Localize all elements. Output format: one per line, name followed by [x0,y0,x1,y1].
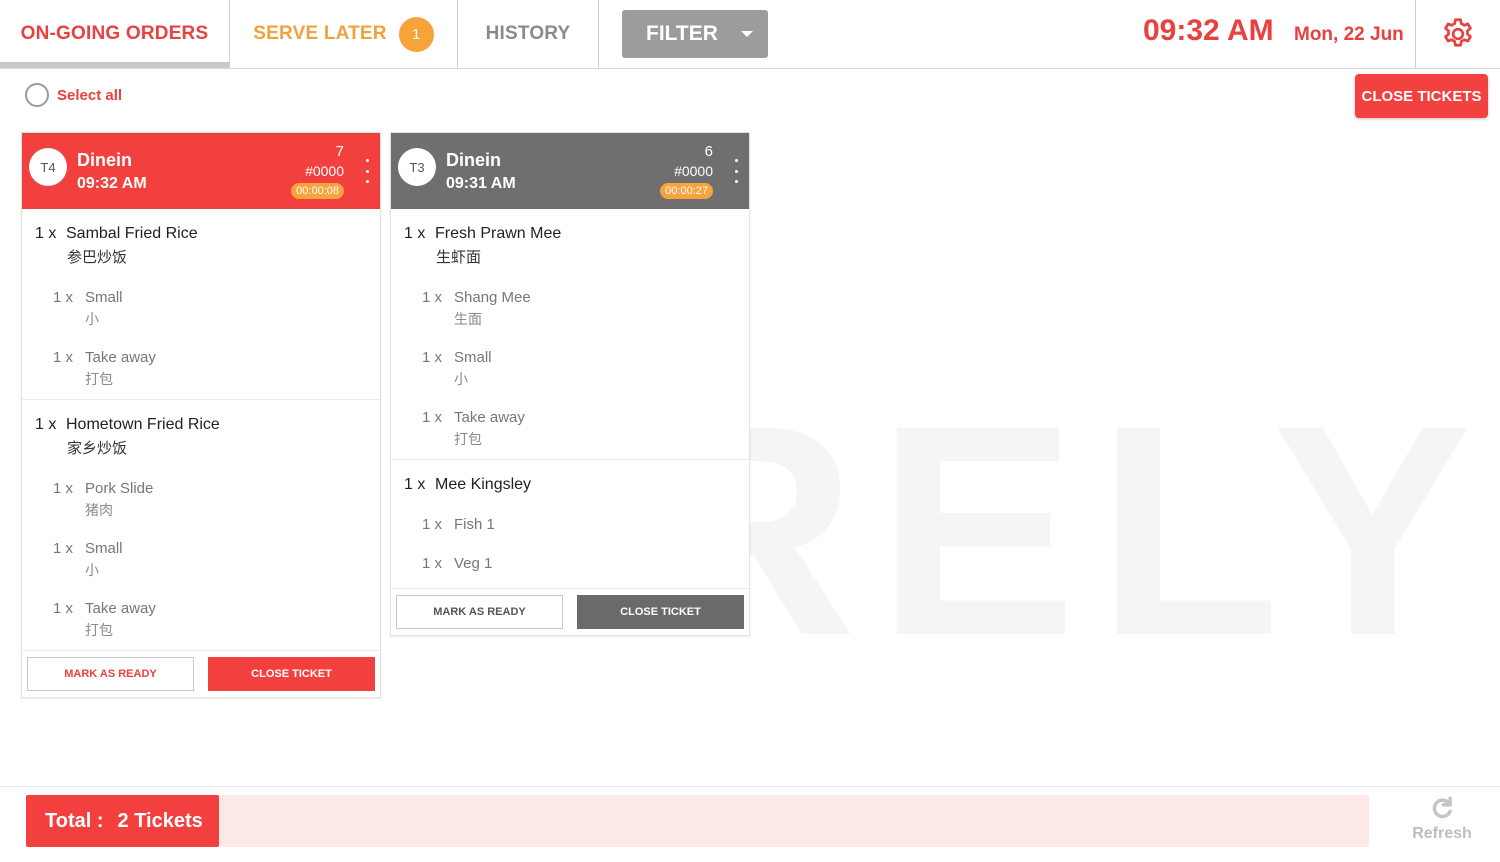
item-count: 6 [704,143,713,160]
total-label: Total : [45,809,104,832]
filter-dropdown[interactable]: FILTER [622,10,768,58]
filter-label: FILTER [646,22,718,45]
ticket-header: T4 Dinein 09:32 AM 7 #0000 00:00:08 [22,133,380,209]
modifier-name-cn: 小 [85,562,99,578]
modifier-qty: 1 x [422,289,443,306]
current-time: 09:32 AM [1143,14,1274,47]
item-qty: 1 x [404,225,426,242]
modifier-name: Take away [85,349,156,366]
gear-icon [1444,18,1472,47]
order-type: Dinein [446,150,502,170]
tab-serve-later-label: SERVE LATER [253,23,387,44]
tab-history[interactable]: HISTORY [458,0,598,68]
footer-bar: Total : 2 Tickets Refresh [0,786,1500,862]
select-all-radio[interactable] [25,83,49,107]
total-progress-bar [26,795,1369,847]
modifier-qty: 1 x [53,480,74,497]
item-name-cn: 参巴炒饭 [67,249,128,266]
modifier-name: Small [85,289,123,306]
order-line: 1 x Mee Kingsley 1 x Fish 1 1 x Veg 1 [391,460,749,589]
more-vertical-icon[interactable] [364,159,370,183]
modifier-name-cn: 生面 [454,311,482,327]
more-vertical-icon[interactable] [733,159,739,183]
current-date: Mon, 22 Jun [1294,24,1404,45]
modifier-name: Small [454,349,492,366]
elapsed-timer: 00:00:27 [660,183,713,199]
item-name: Sambal Fried Rice [66,225,198,242]
close-tickets-button[interactable]: CLOSE TICKETS [1355,74,1488,118]
select-all-label: Select all [57,86,123,104]
mark-as-ready-button[interactable]: MARK AS READY [396,595,563,629]
elapsed-timer: 00:00:08 [291,183,344,199]
settings-button[interactable] [1416,0,1500,68]
tab-divider [598,0,599,68]
order-ticket[interactable]: T3 Dinein 09:31 AM 6 #0000 00:00:27 1 x F… [390,132,750,636]
ticket-actions: MARK AS READY CLOSE TICKET [22,651,380,697]
modifier-name-cn: 打包 [85,371,113,387]
order-time: 09:32 AM [77,175,147,192]
order-type: Dinein [77,150,133,170]
refresh-icon [1432,796,1452,819]
modifier-name-cn: 打包 [85,622,113,638]
select-all-toggle[interactable]: Select all [25,83,122,107]
caret-down-icon [741,31,753,37]
ticket-actions: MARK AS READY CLOSE TICKET [391,589,749,635]
modifier-name-cn: 小 [454,371,468,387]
order-number: #0000 [305,163,344,179]
active-tab-indicator [0,62,229,68]
item-name: Fresh Prawn Mee [435,225,562,242]
modifier-qty: 1 x [53,600,74,617]
mark-as-ready-button[interactable]: MARK AS READY [27,657,194,691]
refresh-button[interactable]: Refresh [1404,795,1480,847]
table-number: T4 [29,148,67,186]
order-line: 1 x Fresh Prawn Mee 生虾面 1 x Shang Mee 生面 1… [391,209,749,460]
modifier-qty: 1 x [53,289,74,306]
modifier-name: Veg 1 [454,555,493,572]
modifier-name: Shang Mee [454,289,531,306]
table-number: T3 [398,148,436,186]
modifier-name: Take away [454,409,525,426]
order-ticket[interactable]: T4 Dinein 09:32 AM 7 #0000 00:00:08 1 x S… [21,132,381,698]
item-qty: 1 x [35,416,57,433]
modifier-name: Pork Slide [85,480,154,497]
modifier-qty: 1 x [422,555,443,572]
item-name-cn: 家乡炒饭 [67,440,128,457]
close-ticket-button[interactable]: CLOSE TICKET [208,657,375,691]
modifier-qty: 1 x [422,409,443,426]
modifier-qty: 1 x [422,516,443,533]
order-line: 1 x Hometown Fried Rice 家乡炒饭 1 x Pork Slid… [22,400,380,651]
brand-watermark: RELY [640,362,1493,698]
total-tickets-badge: Total : 2 Tickets [26,795,219,847]
top-header: ON-GOING ORDERS SERVE LATER 1 HISTORY FI… [0,0,1500,69]
item-name: Hometown Fried Rice [66,416,220,433]
order-number: #0000 [674,163,713,179]
modifier-name: Small [85,540,123,557]
order-time: 09:31 AM [446,175,516,192]
total-value: 2 Tickets [117,809,203,832]
modifier-name: Take away [85,600,156,617]
item-name: Mee Kingsley [435,476,532,493]
item-count: 7 [335,143,344,160]
item-qty: 1 x [35,225,57,242]
modifier-qty: 1 x [53,349,74,366]
modifier-name: Fish 1 [454,516,495,533]
modifier-qty: 1 x [53,540,74,557]
modifier-name-cn: 小 [85,311,99,327]
refresh-label: Refresh [1412,825,1472,842]
order-line: 1 x Sambal Fried Rice 参巴炒饭 1 x Small 小 1 x… [22,209,380,400]
tab-history-label: HISTORY [485,23,571,44]
modifier-qty: 1 x [422,349,443,366]
modifier-name-cn: 打包 [454,431,482,447]
tab-ongoing-orders[interactable]: ON-GOING ORDERS [0,0,229,68]
modifier-name-cn: 猪肉 [85,502,113,518]
close-ticket-button[interactable]: CLOSE TICKET [577,595,744,629]
item-name-cn: 生虾面 [436,249,482,266]
item-qty: 1 x [404,476,426,493]
tab-serve-later[interactable]: SERVE LATER 1 [230,0,457,68]
tab-ongoing-label: ON-GOING ORDERS [20,23,209,44]
ticket-header: T3 Dinein 09:31 AM 6 #0000 00:00:27 [391,133,749,209]
serve-later-count-badge: 1 [398,16,434,52]
